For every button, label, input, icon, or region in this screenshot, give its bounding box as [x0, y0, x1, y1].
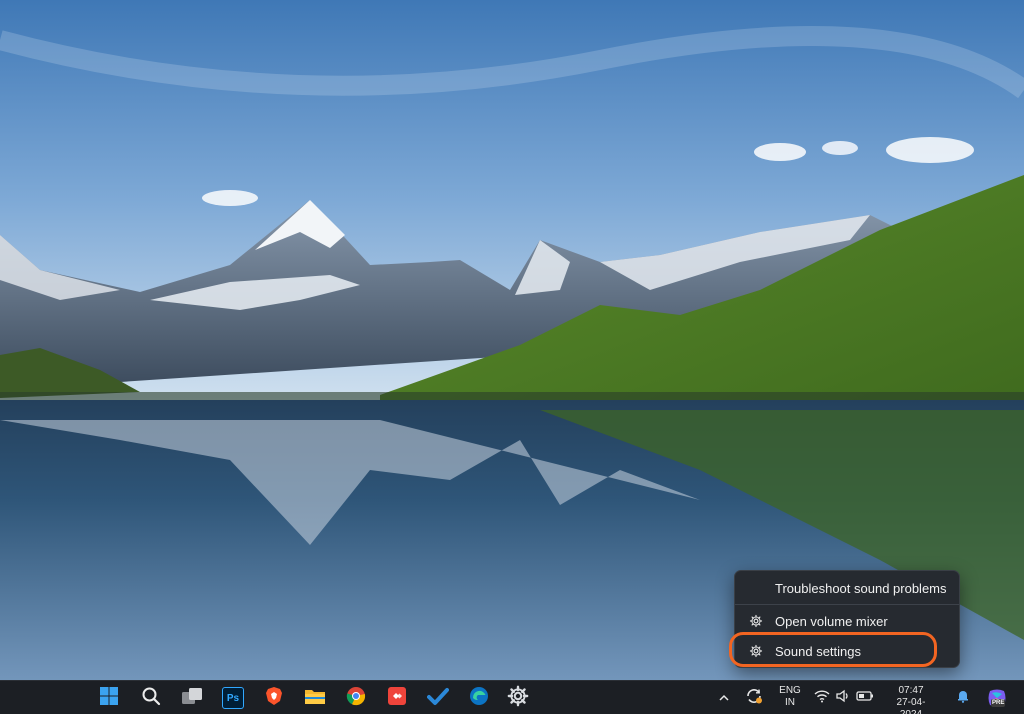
edge-icon — [469, 686, 489, 711]
search-button[interactable] — [139, 686, 163, 710]
language-code: ENG — [779, 685, 801, 696]
menu-item-sound-settings[interactable]: Sound settings — [735, 637, 961, 665]
taskbar: Ps ENG IN 07:47 27-04- PRE — [0, 680, 1024, 714]
wifi-icon — [814, 689, 830, 708]
clock-date: 27-04-2024 — [896, 697, 926, 714]
sync-tray-button[interactable] — [742, 681, 766, 714]
menu-item-troubleshoot-sound[interactable]: Troubleshoot sound problems — [735, 574, 961, 602]
photoshop-button[interactable]: Ps — [221, 686, 245, 710]
brave-icon — [264, 686, 284, 711]
todo-button[interactable] — [426, 686, 450, 710]
copilot-button[interactable]: PRE — [984, 681, 1010, 714]
start-button[interactable] — [97, 686, 121, 710]
gear-icon — [749, 614, 763, 628]
search-icon — [141, 686, 161, 711]
chevron-up-icon — [719, 689, 729, 707]
copilot-badge: PRE — [991, 699, 1006, 707]
gear-icon — [507, 685, 529, 712]
settings-button[interactable] — [506, 685, 530, 712]
gear-icon — [749, 644, 763, 658]
menu-separator — [735, 604, 959, 605]
checkmark-icon — [427, 686, 449, 711]
copilot-icon: PRE — [986, 687, 1008, 709]
menu-item-label: Open volume mixer — [775, 613, 888, 629]
brave-browser-button[interactable] — [262, 686, 286, 710]
file-explorer-button[interactable] — [303, 686, 327, 710]
menu-item-label: Sound settings — [775, 643, 862, 659]
clock[interactable]: 07:47 27-04-2024 — [886, 685, 936, 714]
bell-icon — [956, 689, 970, 708]
region-code: IN — [785, 697, 795, 708]
folder-icon — [304, 686, 326, 711]
language-indicator[interactable]: ENG IN — [774, 685, 806, 709]
sync-icon — [745, 687, 763, 710]
task-view-button[interactable] — [180, 686, 204, 710]
notifications-button[interactable] — [954, 681, 972, 714]
chrome-icon — [346, 686, 366, 711]
speaker-icon — [835, 689, 851, 708]
windows-logo-icon — [99, 686, 119, 711]
menu-item-open-volume-mixer[interactable]: Open volume mixer — [735, 607, 961, 635]
task-view-icon — [181, 686, 203, 711]
anydesk-icon — [387, 686, 407, 711]
desktop: Troubleshoot sound problems Open volume … — [0, 0, 1024, 714]
menu-item-label: Troubleshoot sound problems — [775, 580, 947, 596]
anydesk-button[interactable] — [385, 686, 409, 710]
chrome-button[interactable] — [344, 686, 368, 710]
quick-settings-button[interactable] — [814, 681, 874, 714]
show-hidden-icons-button[interactable] — [716, 681, 732, 714]
sound-context-menu: Troubleshoot sound problems Open volume … — [734, 570, 960, 668]
clock-time: 07:47 — [898, 685, 924, 696]
edge-button[interactable] — [467, 686, 491, 710]
photoshop-icon: Ps — [222, 687, 244, 709]
battery-icon — [856, 689, 874, 707]
